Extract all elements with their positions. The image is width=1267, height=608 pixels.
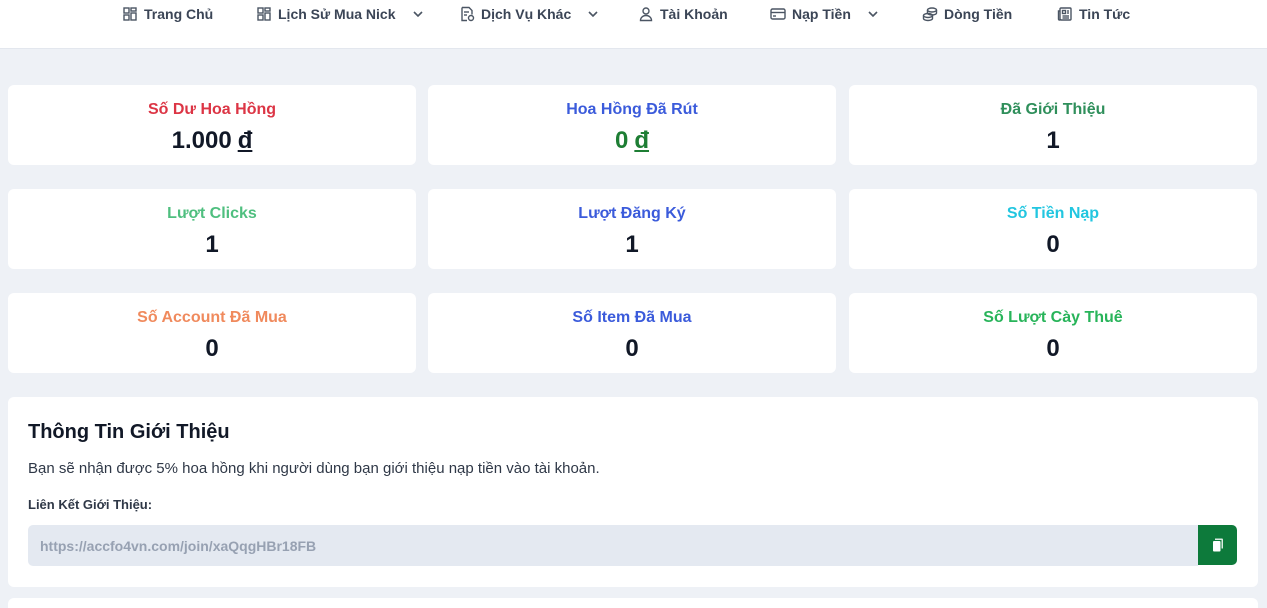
nav-label: Trang Chủ [144,6,214,22]
nav-item-news[interactable]: Tin Tức [1057,0,1130,28]
credit-card-icon [770,8,786,20]
referral-description: Bạn sẽ nhận được 5% hoa hồng khi người d… [28,460,600,477]
stat-card-clicks: Lượt Clicks 1 [8,189,416,269]
stat-label: Lượt Clicks [167,205,257,222]
stat-value: 1.000 đ [8,127,416,155]
user-icon [639,7,653,22]
stat-label: Số Dư Hoa Hồng [147,101,277,118]
currency-symbol: đ [237,127,253,154]
stat-amount: 0 [614,127,629,154]
nav-label: Tin Tức [1079,6,1131,22]
nav-label: Dòng Tiền [944,6,1013,22]
stat-card-commission-balance: Số Dư Hoa Hồng 1.000 đ [8,85,416,165]
grid-icon [123,7,137,21]
nav-label: Lịch Sử Mua Nick [278,6,396,22]
chevron-down-icon [412,11,423,18]
nav-item-deposit[interactable]: Nạp Tiền [770,0,879,28]
newspaper-icon [1057,7,1072,21]
stat-label: Lượt Đăng Ký [578,205,686,222]
stat-card-referred: Đã Giới Thiệu 1 [849,85,1257,165]
top-navbar: Trang Chủ Lịch Sử Mua Nick Dịch Vụ Khác … [0,0,1267,49]
stat-label: Đã Giới Thiệu [1000,101,1106,118]
nav-item-other-services[interactable]: Dịch Vụ Khác [459,0,599,28]
referral-info-panel: Thông Tin Giới Thiệu Bạn sẽ nhận được 5%… [8,397,1258,587]
stat-label: Số Lượt Cày Thuê [983,309,1123,326]
stat-value: 1 [205,231,219,258]
stat-card-accounts-bought: Số Account Đã Mua 0 [8,293,416,373]
stat-label: Số Account Đã Mua [137,309,287,326]
nav-item-purchase-history[interactable]: Lịch Sử Mua Nick [256,0,424,28]
stat-value: 1 [1046,127,1060,154]
stat-amount: 1.000 [171,127,232,154]
stat-value: 1 [625,231,639,258]
document-settings-icon [461,6,475,22]
copy-link-button[interactable] [1198,525,1237,565]
nav-item-cash-flow[interactable]: Dòng Tiền [922,0,1012,28]
stat-card-deposit-amount: Số Tiền Nạp 0 [849,189,1257,269]
currency-symbol: đ [634,127,650,154]
stat-card-items-bought: Số Item Đã Mua 0 [428,293,836,373]
nav-label: Tài Khoản [660,6,728,22]
stat-label: Hoa Hồng Đã Rút [566,101,698,118]
copy-icon [1212,538,1223,552]
stat-value: 0 [205,335,219,362]
referral-link-label: Liên Kết Giới Thiệu: [28,497,153,512]
nav-label: Dịch Vụ Khác [481,6,572,22]
nav-item-account[interactable]: Tài Khoản [638,0,728,28]
stat-card-commission-withdrawn: Hoa Hồng Đã Rút 0đ [428,85,836,165]
chevron-down-icon [868,11,878,18]
referral-link-input[interactable] [28,525,1198,566]
stat-value: 0đ [428,127,836,155]
chevron-down-icon [588,11,598,18]
nav-item-home[interactable]: Trang Chủ [122,0,213,28]
stat-value: 0 [1046,231,1060,258]
stat-label: Số Item Đã Mua [572,309,692,326]
nav-label: Nạp Tiền [792,6,851,22]
stat-card-registrations: Lượt Đăng Ký 1 [428,189,836,269]
coins-icon [922,7,938,22]
stat-value: 0 [625,335,639,362]
panel-title: Thông Tin Giới Thiệu [28,421,230,443]
stat-card-boosting-orders: Số Lượt Cày Thuê 0 [849,293,1257,373]
grid-icon [257,7,271,21]
next-panel-edge [8,598,1258,608]
stat-value: 0 [1046,335,1060,362]
stat-label: Số Tiền Nạp [1006,205,1100,222]
